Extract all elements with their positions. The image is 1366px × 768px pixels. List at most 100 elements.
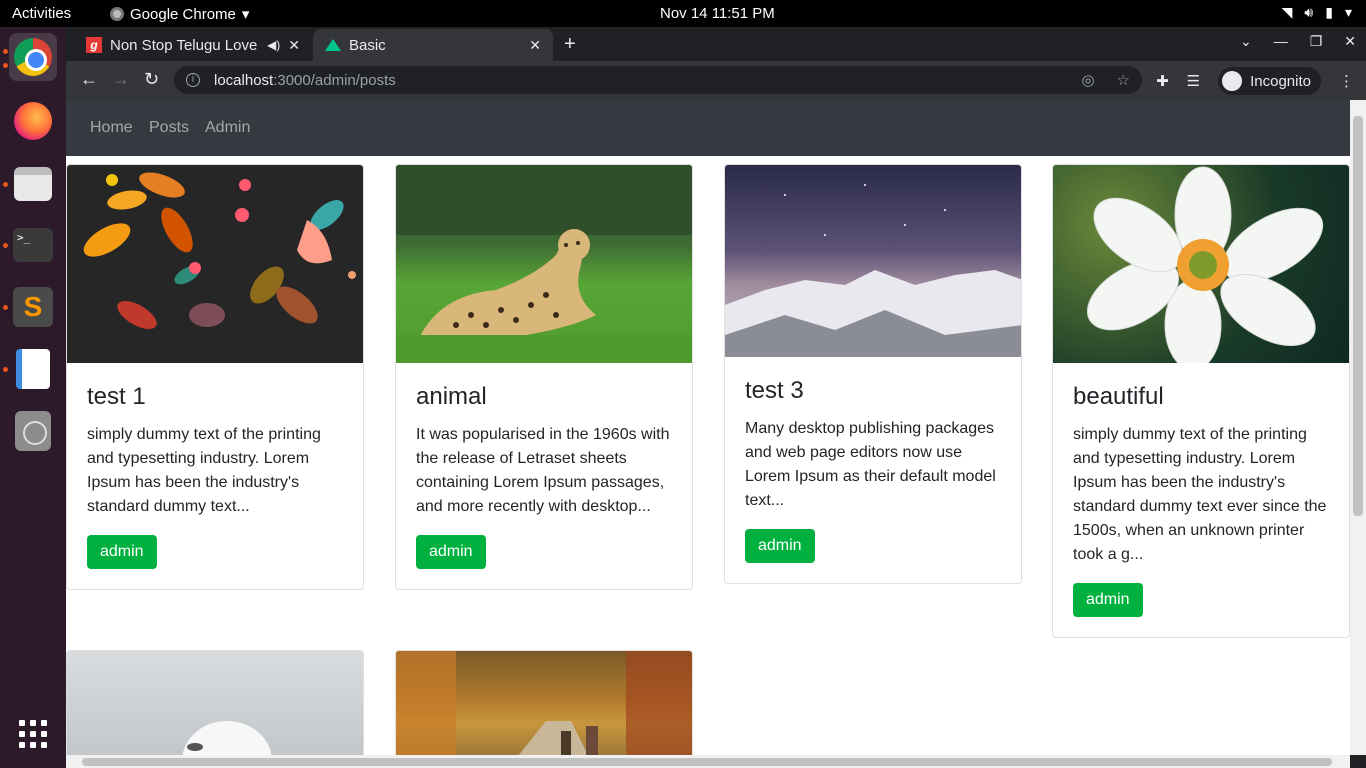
url-text: localhost:3000/admin/posts [214,71,396,89]
disc-icon [15,411,51,451]
close-window-button[interactable]: ✕ [1344,33,1356,50]
dock-terminal[interactable]: >_ [9,221,57,269]
media-controls-icon[interactable]: ☰ [1187,72,1200,90]
browser-window: g Non Stop Telugu Love ◀︎) ✕ Basic ✕ + ⌄… [66,27,1366,768]
post-excerpt: simply dummy text of the printing and ty… [87,426,321,515]
post-title[interactable]: beautiful [1073,383,1329,411]
show-apps-icon[interactable] [19,720,47,748]
dock-text-editor[interactable] [9,345,57,393]
activities-button[interactable]: Activities [12,5,71,22]
close-icon[interactable]: ✕ [288,37,300,54]
system-tray[interactable]: ◥ 🔊︎ ▮ ▾ [1282,4,1352,21]
dock-files[interactable] [9,160,57,208]
battery-icon: ▮ [1325,4,1333,20]
chrome-icon [110,7,124,21]
post-card: test 3 Many desktop publishing packages … [724,164,1022,584]
post-excerpt: simply dummy text of the printing and ty… [1073,426,1327,563]
running-indicator [3,305,8,310]
running-indicator [3,63,8,68]
white-dog-photo [67,651,363,755]
running-indicator [3,182,8,187]
post-card [66,650,364,755]
tab-music[interactable]: g Non Stop Telugu Love ◀︎) ✕ [74,29,312,61]
nav-admin[interactable]: Admin [205,119,250,137]
address-bar[interactable]: i localhost:3000/admin/posts ◎ ☆ [174,66,1142,94]
files-icon [14,167,52,201]
running-indicator [3,49,8,54]
card-body: beautiful simply dummy text of the print… [1053,363,1349,637]
app-menu[interactable]: Google Chrome ▾ [110,5,249,23]
incognito-badge[interactable]: Incognito [1218,67,1321,95]
incognito-icon [1222,71,1243,91]
wifi-icon: ◥ [1281,4,1293,20]
extensions-icon[interactable]: ✚ [1156,72,1169,90]
volume-icon: 🔊︎ [1304,4,1314,20]
audio-playing-icon[interactable]: ◀︎) [267,38,280,52]
minimize-button[interactable]: — [1274,33,1288,50]
browser-toolbar: ← → ↻ i localhost:3000/admin/posts ◎ ☆ ✚… [66,61,1366,100]
vertical-scrollbar[interactable] [1350,100,1366,755]
text-editor-icon [16,349,50,389]
leaves-illustration [67,165,363,363]
author-button[interactable]: admin [745,529,815,563]
tab-search-icon[interactable]: ⌄ [1240,33,1252,50]
card-body: animal It was popularised in the 1960s w… [396,363,692,589]
omnibox-actions: ◎ ☆ [1081,71,1130,89]
author-button[interactable]: admin [416,535,486,569]
post-excerpt: It was popularised in the 1960s with the… [416,426,670,515]
tab-strip: g Non Stop Telugu Love ◀︎) ✕ Basic ✕ + ⌄… [66,27,1366,61]
clock[interactable]: Nov 14 11:51 PM [660,5,775,22]
chevron-down-icon: ▾ [1344,4,1352,20]
card-body: test 1 simply dummy text of the printing… [67,363,363,589]
tab-title: Non Stop Telugu Love [110,36,258,54]
nav-posts[interactable]: Posts [149,119,189,137]
page-viewport: Home Posts Admin test 1 simply dummy tex… [66,100,1350,755]
nav-home[interactable]: Home [90,119,133,137]
forward-button[interactable]: → [112,69,130,90]
system-top-bar: Activities Google Chrome ▾ Nov 14 11:51 … [0,0,1366,27]
post-title[interactable]: animal [416,383,672,411]
autumn-forest-photo [396,651,692,755]
chevron-down-icon: ▾ [241,6,250,23]
reload-button[interactable]: ↻ [144,69,159,90]
tab-basic[interactable]: Basic ✕ [313,29,553,61]
sublime-icon: S [13,287,53,327]
incognito-label: Incognito [1250,72,1311,90]
post-card: beautiful simply dummy text of the print… [1052,164,1350,638]
app-menu-label: Google Chrome [130,5,236,23]
white-flower-photo [1053,165,1349,363]
post-title[interactable]: test 3 [745,377,1001,405]
new-tab-button[interactable]: + [564,33,576,56]
dock-chrome[interactable] [9,33,57,81]
bookmark-star-icon[interactable]: ☆ [1117,71,1130,89]
card-body: test 3 Many desktop publishing packages … [725,357,1021,583]
post-card [395,650,693,755]
post-title[interactable]: test 1 [87,383,343,411]
back-button[interactable]: ← [80,69,98,90]
toolbar-right: ✚ ☰ Incognito ⋮ [1156,67,1354,95]
dock: >_ S [0,27,66,768]
dock-disc[interactable] [9,407,57,455]
snowy-mountain-photo [725,165,1021,357]
terminal-icon: >_ [13,228,53,262]
maximize-button[interactable]: ❐ [1310,33,1323,50]
dock-firefox[interactable] [9,97,57,145]
running-indicator [3,367,8,372]
tracking-blocked-icon[interactable]: ◎ [1081,71,1094,89]
cheetah-photo [396,165,692,363]
gaana-icon: g [86,37,102,53]
post-card: animal It was popularised in the 1960s w… [395,164,693,590]
nuxt-icon [325,39,341,51]
dock-sublime[interactable]: S [9,283,57,331]
window-controls: ⌄ — ❐ ✕ [1240,33,1356,50]
tab-title: Basic [349,36,386,54]
post-excerpt: Many desktop publishing packages and web… [745,420,996,509]
menu-kebab-icon[interactable]: ⋮ [1339,72,1354,90]
horizontal-scrollbar[interactable] [66,755,1350,768]
site-info-icon[interactable]: i [186,73,200,87]
chrome-icon [14,38,52,76]
author-button[interactable]: admin [87,535,157,569]
author-button[interactable]: admin [1073,583,1143,617]
site-navbar: Home Posts Admin [66,100,1350,156]
close-icon[interactable]: ✕ [529,37,541,54]
